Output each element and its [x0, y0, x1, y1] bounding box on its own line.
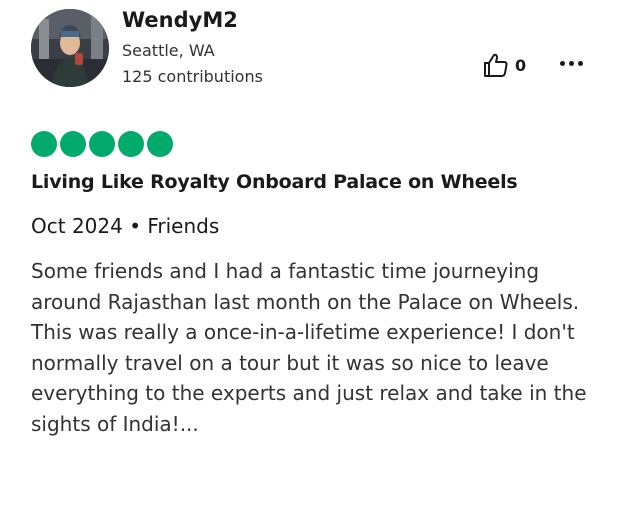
rating-bubble-icon [31, 131, 57, 157]
helpful-count: 0 [515, 55, 527, 75]
user-location: Seattle, WA [122, 41, 215, 60]
avatar[interactable] [31, 9, 109, 87]
rating-bubble-icon [118, 131, 144, 157]
more-options-icon [559, 60, 565, 66]
review-body: Some friends and I had a fantastic time … [31, 259, 587, 436]
rating-bubble-icon [60, 131, 86, 157]
rating-bubbles [31, 131, 173, 157]
more-options-icon [568, 60, 574, 66]
user-photo [31, 9, 109, 87]
review-card: WendyM2 Seattle, WA 125 contributions 0 … [0, 0, 623, 514]
helpful-vote-button[interactable]: 0 [483, 52, 526, 78]
more-options-button[interactable] [556, 50, 586, 76]
user-contributions: 125 contributions [122, 67, 263, 86]
user-name[interactable]: WendyM2 [122, 8, 238, 32]
review-title[interactable]: Living Like Royalty Onboard Palace on Wh… [31, 171, 518, 193]
review-date-and-trip-type: Oct 2024 • Friends [31, 214, 220, 238]
rating-bubble-icon [89, 131, 115, 157]
thumbs-up-icon [484, 53, 508, 77]
rating-bubble-icon [147, 131, 173, 157]
more-options-icon [577, 60, 583, 66]
